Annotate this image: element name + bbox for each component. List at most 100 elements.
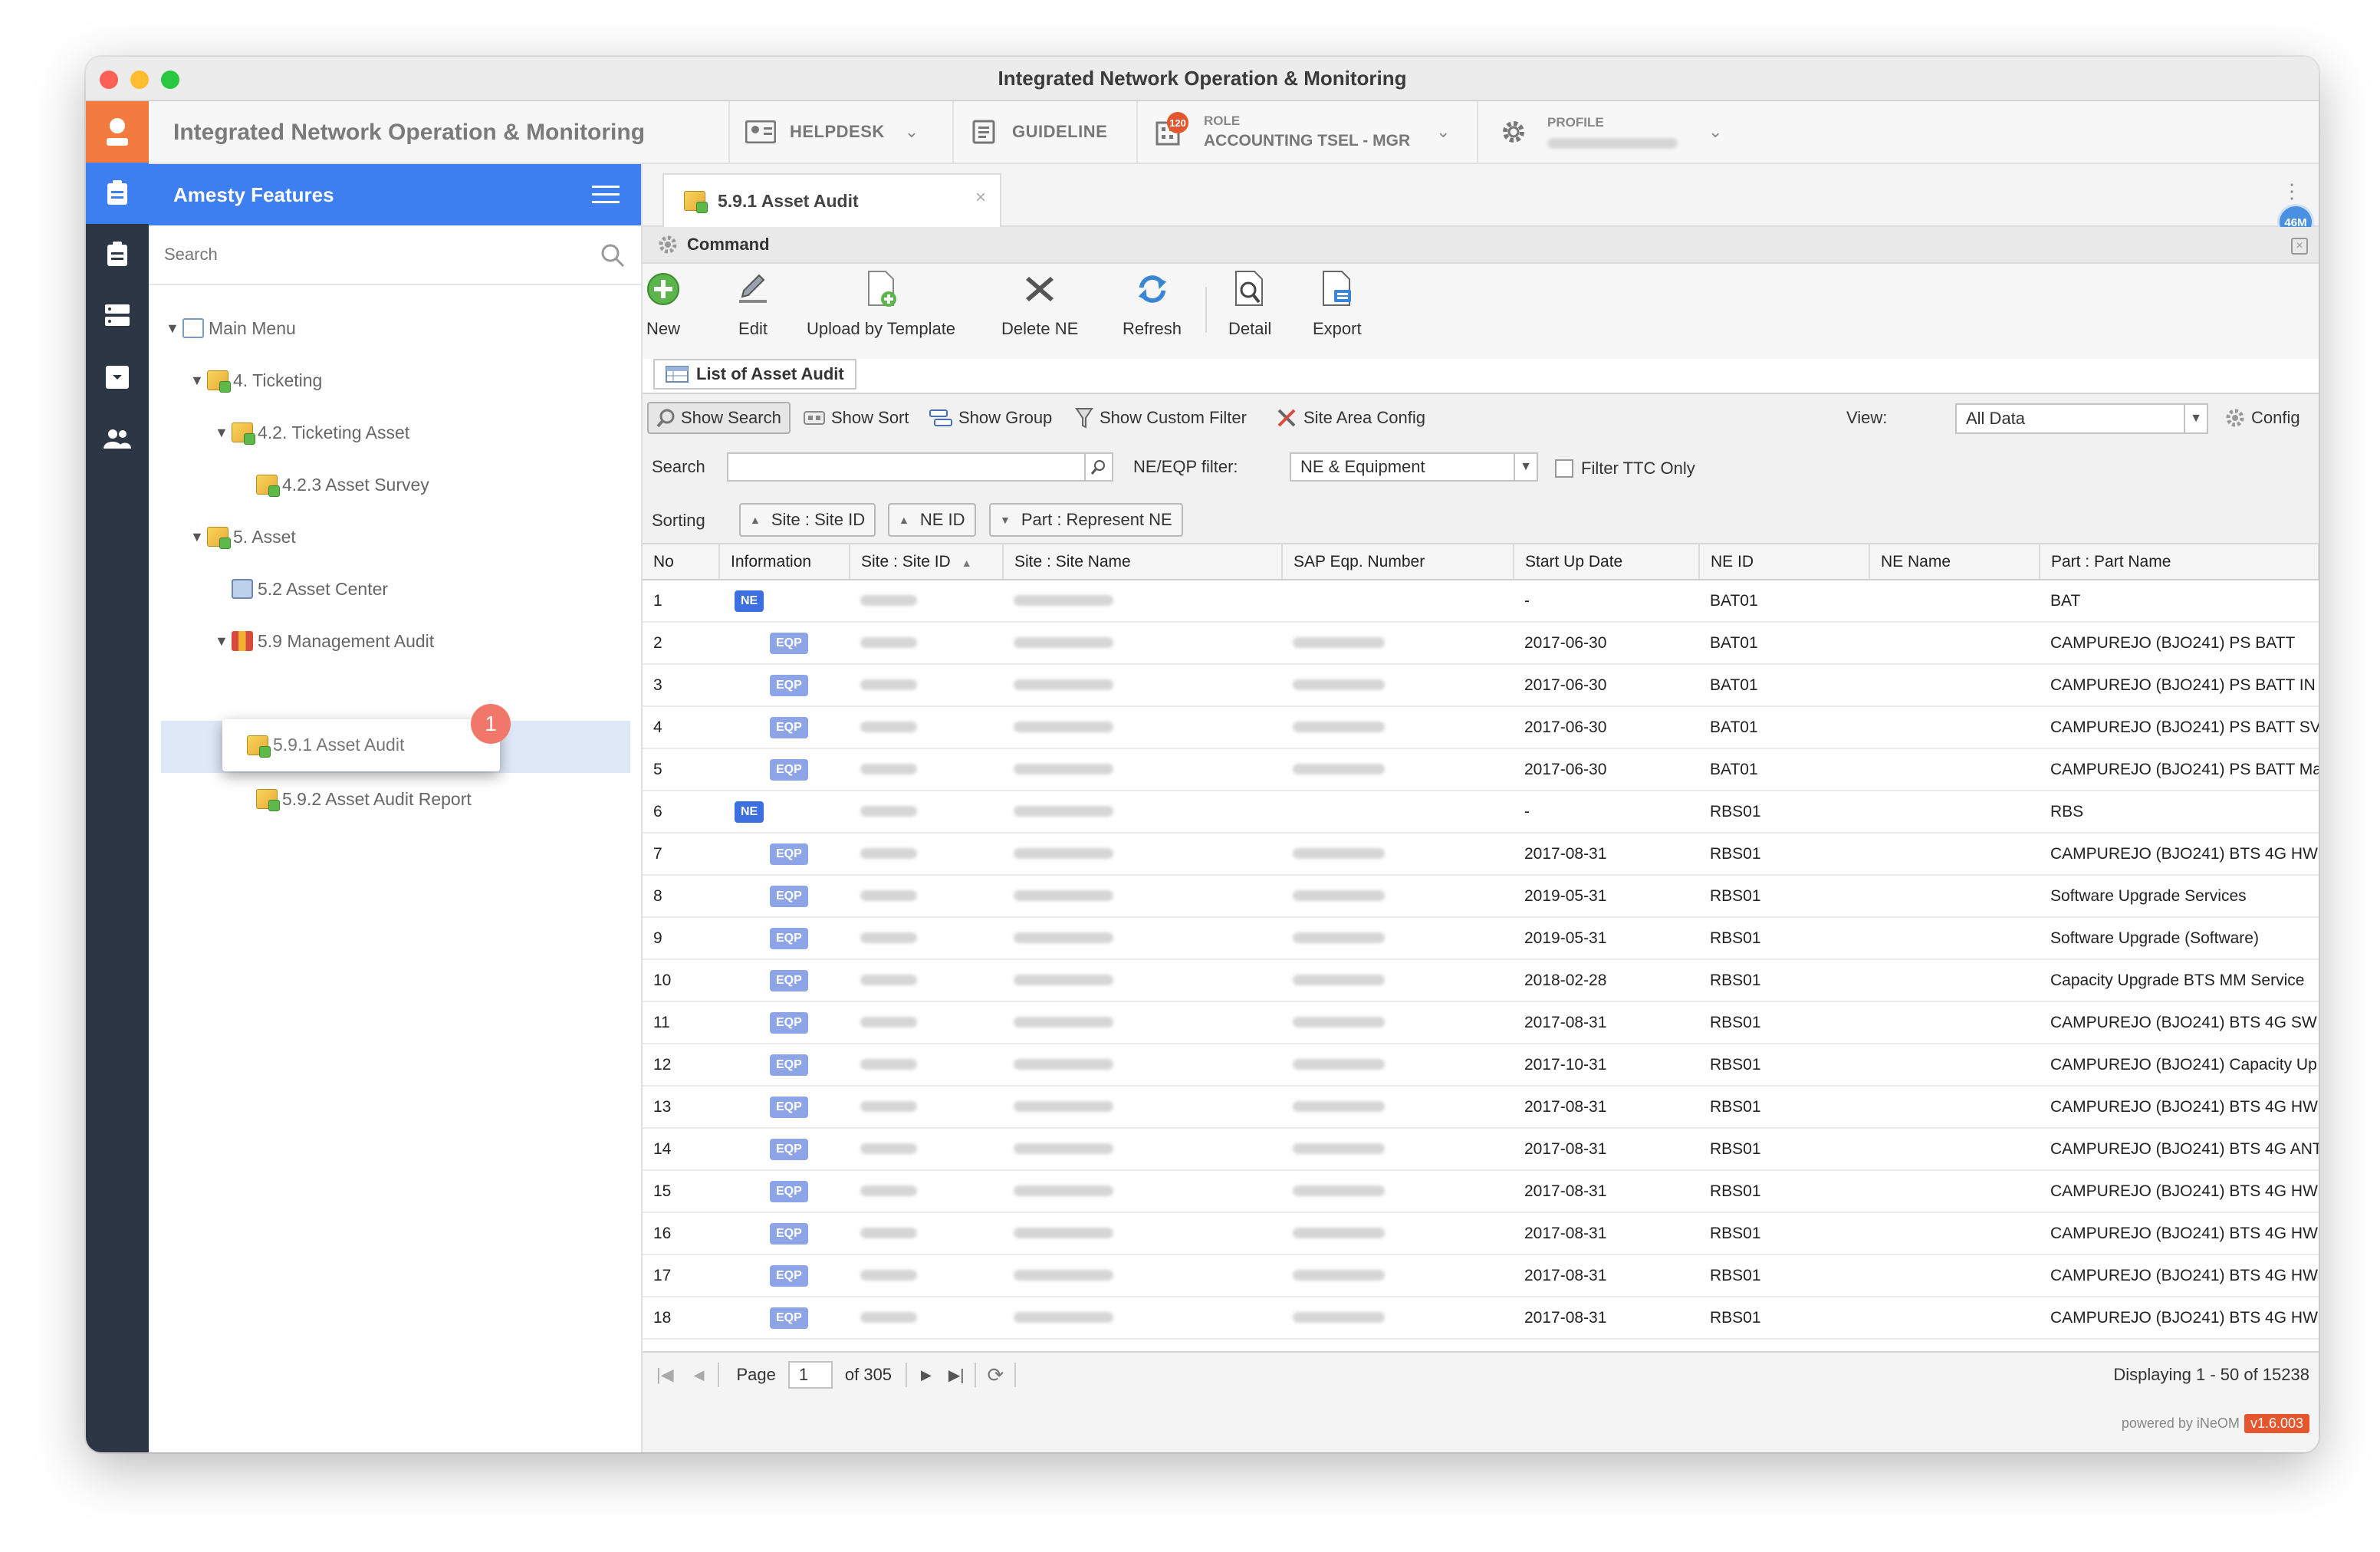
more-options-icon[interactable]: ⋮: [2282, 181, 2302, 201]
tree-item-asset-audit[interactable]: 5.9.1 Asset Audit: [222, 719, 500, 771]
search-icon[interactable]: [1084, 454, 1112, 480]
cell-site-name: [1003, 580, 1282, 623]
rail-users-icon[interactable]: [86, 408, 149, 469]
tab-asset-audit[interactable]: 5.9.1 Asset Audit ×: [662, 173, 1001, 227]
rail-server-icon[interactable]: [86, 285, 149, 347]
zoom-window-button[interactable]: [161, 71, 179, 89]
config-button[interactable]: Config: [2225, 402, 2300, 434]
edit-button[interactable]: Edit: [736, 270, 770, 339]
table-row[interactable]: 12 EQP 2017-10-31 RBS01 CAMPUREJO (BJO241) C…: [643, 1044, 2319, 1087]
sidebar-search: [149, 225, 641, 285]
new-button[interactable]: New: [646, 270, 680, 339]
close-tab-icon[interactable]: ×: [975, 187, 986, 209]
refresh-button[interactable]: Refresh: [1123, 270, 1182, 339]
tree-item-ticketing-asset[interactable]: ▼ 4.2. Ticketing Asset: [215, 417, 409, 448]
redacted-value: [860, 889, 917, 901]
table-row[interactable]: 1 NE - BAT01 BAT: [643, 580, 2319, 623]
table-row[interactable]: 5 EQP 2017-06-30 BAT01 CAMPUREJO (BJO241) PS…: [643, 748, 2319, 791]
next-page-icon[interactable]: ▶: [921, 1367, 932, 1383]
rail-clipboard-icon[interactable]: [86, 163, 149, 224]
table-row[interactable]: 3 EQP 2017-06-30 BAT01 CAMPUREJO (BJO241) PS…: [643, 664, 2319, 707]
column-header-ne-name[interactable]: NE Name: [1869, 544, 2040, 580]
show-search-toggle[interactable]: Show Search: [647, 402, 791, 434]
column-header-information[interactable]: Information: [719, 544, 850, 580]
profile-menu[interactable]: PROFILE ⌄: [1477, 101, 1768, 163]
table-row[interactable]: 8 EQP 2019-05-31 RBS01 Software Upgrade Serv…: [643, 875, 2319, 918]
command-panel-header: Command ×: [643, 227, 2319, 264]
column-header-part-name[interactable]: Part : Part Name: [2040, 544, 2319, 580]
guideline-link[interactable]: GUIDELINE: [952, 101, 1136, 163]
show-sort-toggle[interactable]: Show Sort: [804, 402, 909, 434]
expand-triangle-icon[interactable]: ▼: [215, 425, 228, 441]
column-header-site-id[interactable]: Site : Site ID ▲: [850, 544, 1004, 580]
cell-site-name: [1003, 1128, 1282, 1171]
expand-triangle-icon[interactable]: ▼: [190, 529, 204, 545]
table-row[interactable]: 10 EQP 2018-02-28 RBS01 Capacity Upgrade BTS…: [643, 959, 2319, 1002]
expand-triangle-icon[interactable]: ▼: [190, 373, 204, 389]
filter-ttc-only-checkbox[interactable]: Filter TTC Only: [1555, 452, 1695, 485]
role-menu[interactable]: 120 ROLE ACCOUNTING TSEL - MGR ⌄: [1136, 101, 1477, 163]
table-row[interactable]: 16 EQP 2017-08-31 RBS01 CAMPUREJO (BJO241) B…: [643, 1212, 2319, 1255]
table-row[interactable]: 4 EQP 2017-06-30 BAT01 CAMPUREJO (BJO241) PS…: [643, 706, 2319, 749]
helpdesk-menu[interactable]: HELPDESK ⌄: [728, 101, 952, 163]
tree-item-asset-survey[interactable]: 4.2.3 Asset Survey: [256, 469, 429, 500]
table-row[interactable]: 15 EQP 2017-08-31 RBS01 CAMPUREJO (BJO241) B…: [643, 1170, 2319, 1213]
sort-chip-site-id[interactable]: ▲ Site : Site ID: [739, 503, 876, 537]
tree-item-asset[interactable]: ▼ 5. Asset: [190, 521, 296, 552]
table-row[interactable]: 6 NE - RBS01 RBS: [643, 791, 2319, 834]
hamburger-menu-icon[interactable]: [592, 184, 620, 206]
sidebar-search-input[interactable]: [164, 245, 563, 265]
delete-ne-button[interactable]: Delete NE: [1001, 270, 1078, 339]
table-row[interactable]: 17 EQP 2017-08-31 RBS01 CAMPUREJO (BJO241) B…: [643, 1254, 2319, 1297]
view-select[interactable]: All Data ▼: [1955, 403, 2208, 434]
cell-information: EQP: [719, 917, 850, 960]
sort-chip-ne-id[interactable]: ▲ NE ID: [888, 503, 976, 537]
column-header-start-up-date[interactable]: Start Up Date: [1514, 544, 1700, 580]
export-button[interactable]: Export: [1313, 270, 1362, 339]
collapse-panel-icon[interactable]: ×: [2291, 238, 2308, 255]
show-custom-filter-toggle[interactable]: Show Custom Filter: [1075, 402, 1247, 434]
upload-by-template-button[interactable]: Upload by Template: [807, 270, 955, 339]
sort-chip-part-represent-ne[interactable]: ▼ Part : Represent NE: [989, 503, 1183, 537]
tree-item-management-audit[interactable]: ▼ 5.9 Management Audit: [215, 626, 434, 656]
cell-no: 5: [643, 748, 719, 791]
expand-triangle-icon[interactable]: ▼: [166, 321, 179, 337]
app-logo[interactable]: [86, 101, 149, 163]
rail-report-icon[interactable]: [86, 224, 149, 285]
column-header-site-name[interactable]: Site : Site Name: [1003, 544, 1283, 580]
grid-search-input[interactable]: [727, 452, 1113, 482]
ne-eqp-filter-select[interactable]: NE & Equipment ▼: [1290, 452, 1538, 482]
first-page-icon[interactable]: |◀: [656, 1365, 674, 1385]
site-area-config-button[interactable]: Site Area Config: [1276, 402, 1425, 434]
step-badge: 1: [471, 704, 511, 744]
table-row[interactable]: 2 EQP 2017-06-30 BAT01 CAMPUREJO (BJO241) PS…: [643, 622, 2319, 665]
reload-icon[interactable]: ⟳: [987, 1363, 1004, 1387]
last-page-icon[interactable]: ▶|: [948, 1366, 965, 1385]
rail-archive-icon[interactable]: [86, 347, 149, 408]
table-row[interactable]: 9 EQP 2019-05-31 RBS01 Software Upgrade (Sof…: [643, 917, 2319, 960]
tree-item-main-menu[interactable]: ▼ Main Menu: [166, 313, 296, 344]
minimize-window-button[interactable]: [130, 71, 149, 89]
table-row[interactable]: 7 EQP 2017-08-31 RBS01 CAMPUREJO (BJO241) BT…: [643, 833, 2319, 876]
search-icon[interactable]: [600, 242, 626, 268]
column-header-no[interactable]: No: [643, 544, 720, 580]
table-row[interactable]: 13 EQP 2017-08-31 RBS01 CAMPUREJO (BJO241) B…: [643, 1086, 2319, 1129]
table-row[interactable]: 18 EQP 2017-08-31 RBS01 CAMPUREJO (BJO241) B…: [643, 1297, 2319, 1340]
tree-item-asset-audit-report[interactable]: 5.9.2 Asset Audit Report: [256, 784, 472, 814]
previous-page-icon[interactable]: ◀: [694, 1367, 705, 1383]
column-header-sap-eqp-number[interactable]: SAP Eqp. Number: [1282, 544, 1514, 580]
tree-item-asset-center[interactable]: 5.2 Asset Center: [232, 574, 388, 604]
cell-sap-eqp-number: [1282, 1212, 1514, 1255]
table-row[interactable]: 14 EQP 2017-08-31 RBS01 CAMPUREJO (BJO241) B…: [643, 1128, 2319, 1171]
show-group-toggle[interactable]: Show Group: [929, 402, 1052, 434]
expand-triangle-icon[interactable]: ▼: [215, 633, 228, 649]
page-number-input[interactable]: 1: [787, 1361, 833, 1389]
column-header-ne-id[interactable]: NE ID: [1699, 544, 1870, 580]
cell-ne-id: RBS01: [1699, 1001, 1869, 1044]
panel-tab-list-of-asset-audit[interactable]: List of Asset Audit: [653, 359, 856, 390]
detail-button[interactable]: Detail: [1228, 270, 1271, 339]
tree-item-ticketing[interactable]: ▼ 4. Ticketing: [190, 365, 322, 396]
table-row[interactable]: 11 EQP 2017-08-31 RBS01 CAMPUREJO (BJO241) B…: [643, 1001, 2319, 1044]
close-window-button[interactable]: [100, 71, 118, 89]
redacted-value: [1293, 889, 1385, 901]
